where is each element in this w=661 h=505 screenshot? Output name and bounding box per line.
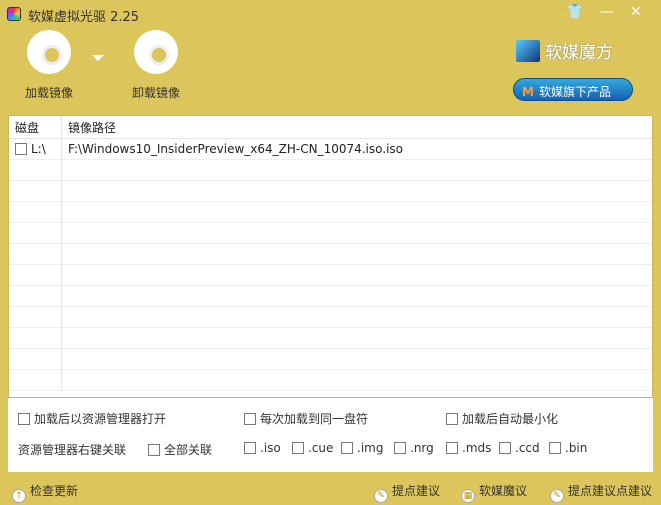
open-explorer-option[interactable]: 加载后以资源管理器打开 bbox=[18, 410, 166, 427]
checkbox[interactable] bbox=[18, 413, 30, 425]
minimize-button[interactable]: — bbox=[600, 4, 614, 20]
empty-row bbox=[9, 327, 652, 349]
empty-row bbox=[9, 180, 652, 202]
mount-image-button[interactable]: 加载镜像 bbox=[14, 30, 84, 101]
ext-label: .bin bbox=[565, 441, 588, 455]
image-table: 磁盘 镜像路径 L:\ F:\Windows10_InsiderPreview_… bbox=[8, 115, 653, 398]
minimize-option[interactable]: 加载后自动最小化 bbox=[446, 410, 558, 427]
checkbox[interactable] bbox=[394, 442, 406, 454]
checkbox[interactable] bbox=[292, 442, 304, 454]
row-checkbox[interactable] bbox=[15, 143, 27, 155]
ext-option[interactable]: .iso bbox=[244, 441, 281, 455]
checkbox[interactable] bbox=[244, 413, 256, 425]
suggest-link[interactable]: ✎ 提点建议 bbox=[374, 482, 440, 503]
empty-row bbox=[9, 159, 652, 181]
option-label: 每次加载到同一盘符 bbox=[260, 412, 369, 426]
products-label: 软媒旗下产品 bbox=[538, 85, 611, 99]
table-row[interactable]: L:\ F:\Windows10_InsiderPreview_x64_ZH-C… bbox=[9, 138, 652, 160]
suggest2-label: 提点建议点建议 bbox=[568, 484, 653, 498]
ext-label: .nrg bbox=[410, 441, 434, 455]
mofang-label: 软媒魔议 bbox=[479, 484, 528, 498]
option-label: 全部关联 bbox=[164, 443, 213, 457]
empty-row bbox=[9, 285, 652, 307]
empty-row bbox=[9, 222, 652, 244]
cube-icon bbox=[516, 40, 540, 62]
empty-row bbox=[9, 264, 652, 286]
checkbox[interactable] bbox=[244, 442, 256, 454]
brand-logo: 软媒魔方 bbox=[516, 38, 613, 63]
ext-option[interactable]: .img bbox=[341, 441, 383, 455]
suggest2-link[interactable]: ✎ 提点建议点建议 bbox=[550, 482, 652, 503]
grid-icon: ▦ bbox=[461, 489, 475, 503]
path-cell: F:\Windows10_InsiderPreview_x64_ZH-CN_10… bbox=[68, 142, 404, 156]
empty-row bbox=[9, 243, 652, 265]
option-label: 加载后以资源管理器打开 bbox=[34, 412, 167, 426]
ext-option[interactable]: .bin bbox=[549, 441, 587, 455]
ext-label: .iso bbox=[260, 441, 281, 455]
m-logo-icon: M bbox=[522, 85, 534, 99]
app-icon bbox=[7, 7, 21, 21]
checkbox[interactable] bbox=[499, 442, 511, 454]
checkbox[interactable] bbox=[446, 442, 458, 454]
assoc-all-option[interactable]: 全部关联 bbox=[148, 441, 212, 458]
empty-row bbox=[9, 306, 652, 328]
options-panel: 加载后以资源管理器打开 每次加载到同一盘符 加载后自动最小化 资源管理器右键关联… bbox=[8, 398, 653, 472]
pen-icon: ✎ bbox=[550, 489, 564, 503]
check-update-link[interactable]: ↑ 检查更新 bbox=[12, 482, 78, 503]
pen-icon: ✎ bbox=[374, 489, 388, 503]
checkbox[interactable] bbox=[341, 442, 353, 454]
checkbox[interactable] bbox=[148, 444, 160, 456]
update-label: 检查更新 bbox=[30, 484, 79, 498]
checkbox[interactable] bbox=[549, 442, 561, 454]
mount-dropdown-icon[interactable] bbox=[92, 55, 104, 61]
ext-option[interactable]: .mds bbox=[446, 441, 491, 455]
brand-name: 软媒魔方 bbox=[545, 43, 613, 63]
table-header: 磁盘 镜像路径 bbox=[9, 116, 652, 139]
same-drive-option[interactable]: 每次加载到同一盘符 bbox=[244, 410, 368, 427]
suggest-label: 提点建议 bbox=[392, 484, 441, 498]
disc-mount-icon bbox=[27, 30, 71, 74]
empty-row bbox=[9, 369, 652, 391]
header-drive[interactable]: 磁盘 bbox=[9, 116, 62, 138]
unmount-label: 卸载镜像 bbox=[131, 86, 180, 100]
products-button[interactable]: M 软媒旗下产品 bbox=[513, 78, 633, 101]
empty-row bbox=[9, 201, 652, 223]
arrow-up-icon: ↑ bbox=[12, 489, 26, 503]
ext-label: .cue bbox=[308, 441, 334, 455]
option-label: 加载后自动最小化 bbox=[462, 412, 559, 426]
assoc-label: 资源管理器右键关联 bbox=[18, 443, 127, 457]
mofang-link[interactable]: ▦ 软媒魔议 bbox=[461, 482, 527, 503]
ext-label: .img bbox=[357, 441, 384, 455]
close-button[interactable]: ✕ bbox=[630, 4, 642, 20]
ext-option[interactable]: .ccd bbox=[499, 441, 540, 455]
ext-label: .ccd bbox=[515, 441, 540, 455]
unmount-image-button[interactable]: 卸载镜像 bbox=[121, 30, 191, 101]
skin-icon[interactable]: 👕 bbox=[566, 4, 583, 20]
drive-cell: L:\ bbox=[31, 142, 46, 156]
ext-label: .mds bbox=[462, 441, 492, 455]
title-bar: 软媒虚拟光驱 2.25 👕 — ✕ bbox=[0, 0, 661, 28]
empty-row bbox=[9, 348, 652, 370]
disc-unmount-icon bbox=[134, 30, 178, 74]
checkbox[interactable] bbox=[446, 413, 458, 425]
window-title: 软媒虚拟光驱 2.25 bbox=[28, 10, 140, 25]
header-path[interactable]: 镜像路径 bbox=[62, 119, 116, 136]
ext-option[interactable]: .nrg bbox=[394, 441, 434, 455]
ext-option[interactable]: .cue bbox=[292, 441, 333, 455]
footer: ↑ 检查更新 ✎ 提点建议 ▦ 软媒魔议 ✎ 提点建议点建议 bbox=[0, 475, 661, 505]
mount-label: 加载镜像 bbox=[24, 86, 73, 100]
